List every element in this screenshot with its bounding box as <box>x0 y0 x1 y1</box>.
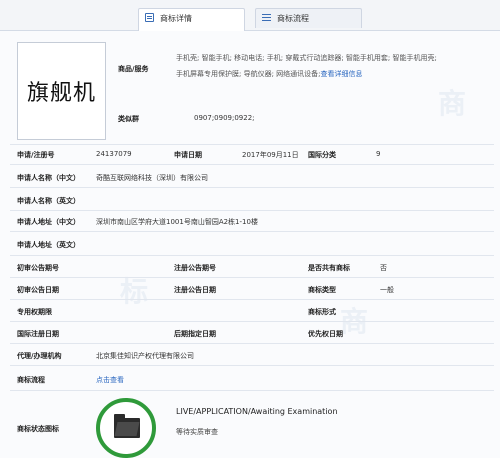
tab-trademark-process[interactable]: 商标流程 <box>255 8 362 28</box>
divider <box>10 390 494 391</box>
goods-label: 商品/服务 <box>118 65 149 73</box>
similar-group-value: 0907;0909;0922; <box>194 114 255 122</box>
applicant-cn-label: 申请人名称（中文） <box>17 174 80 182</box>
tab-trademark-details[interactable]: 商标详情 <box>138 8 245 31</box>
divider <box>10 299 494 300</box>
divider <box>10 321 494 322</box>
address-cn-label: 申请人地址（中文） <box>17 218 80 226</box>
card-icon <box>145 13 154 22</box>
intl-class-label: 国际分类 <box>308 151 336 159</box>
divider <box>10 277 494 278</box>
reg-no-value: 24137079 <box>96 150 132 158</box>
priority-date-label: 优先权日期 <box>308 330 343 338</box>
watermark: 商 <box>340 305 369 338</box>
divider <box>10 210 494 211</box>
view-process-link[interactable]: 点击查看 <box>96 375 124 385</box>
divider <box>10 255 494 256</box>
intl-class-value: 9 <box>376 150 381 158</box>
reg-pub-date-label: 注册公告日期 <box>174 286 216 294</box>
view-details-link[interactable]: 查看详细信息 <box>321 70 363 78</box>
trademark-image: 旗舰机 <box>17 42 106 140</box>
shared-value: 否 <box>380 264 387 272</box>
shared-label: 是否共有商标 <box>308 264 350 272</box>
mark-type-label: 商标类型 <box>308 286 336 294</box>
later-date-label: 后期指定日期 <box>174 330 216 338</box>
applicant-en-label: 申请人名称（英文） <box>17 197 80 205</box>
goods-line-2: 手机屏幕专用保护膜; 导航仪器; 网络通讯设备;查看详细信息 <box>176 70 363 78</box>
applicant-cn-value: 奇酷互联网络科技（深圳）有限公司 <box>96 174 208 182</box>
divider <box>10 144 494 145</box>
status-circle <box>96 398 156 458</box>
mark-type-value: 一般 <box>380 286 394 294</box>
status-icon-label: 商标状态图标 <box>17 425 59 433</box>
list-icon <box>262 13 271 22</box>
divider <box>10 343 494 344</box>
reg-no-label: 申请/注册号 <box>17 151 55 159</box>
similar-group-label: 类似群 <box>118 115 139 123</box>
folder-icon <box>114 414 140 438</box>
watermark: 标 <box>120 275 149 308</box>
tab-bar: 商标详情 商标流程 <box>0 0 500 31</box>
exclusive-period-label: 专用权期限 <box>17 308 52 316</box>
goods-line: 手机壳; 智能手机; 移动电话; 手机; 穿戴式行动追踪器; 智能手机用套; 智… <box>176 54 437 62</box>
status-subtext: 等待实质审查 <box>176 428 218 436</box>
mark-form-label: 商标形式 <box>308 308 336 316</box>
prelim-no-label: 初审公告期号 <box>17 264 59 272</box>
tab-label: 商标流程 <box>277 14 309 23</box>
process-label: 商标流程 <box>17 376 45 384</box>
divider <box>10 365 494 366</box>
prelim-date-label: 初审公告日期 <box>17 286 59 294</box>
intl-reg-date-label: 国际注册日期 <box>17 330 59 338</box>
app-date-label: 申请日期 <box>174 151 202 159</box>
address-en-label: 申请人地址（英文） <box>17 241 80 249</box>
divider <box>10 187 494 188</box>
tab-label: 商标详情 <box>160 14 192 23</box>
goods-list: 手机壳; 智能手机; 移动电话; 手机; 穿戴式行动追踪器; 智能手机用套; 智… <box>176 53 494 79</box>
watermark: 商 <box>438 87 467 120</box>
status-text: LIVE/APPLICATION/Awaiting Examination <box>176 407 338 416</box>
agent-value: 北京集佳知识产权代理有限公司 <box>96 352 194 360</box>
agent-label: 代理/办理机构 <box>17 352 62 360</box>
divider <box>10 231 494 232</box>
reg-pub-no-label: 注册公告期号 <box>174 264 216 272</box>
address-cn-value: 深圳市南山区学府大道1001号南山智园A2栋1-10楼 <box>96 218 258 226</box>
app-date-value: 2017年09月11日 <box>242 151 299 159</box>
divider <box>10 164 494 165</box>
